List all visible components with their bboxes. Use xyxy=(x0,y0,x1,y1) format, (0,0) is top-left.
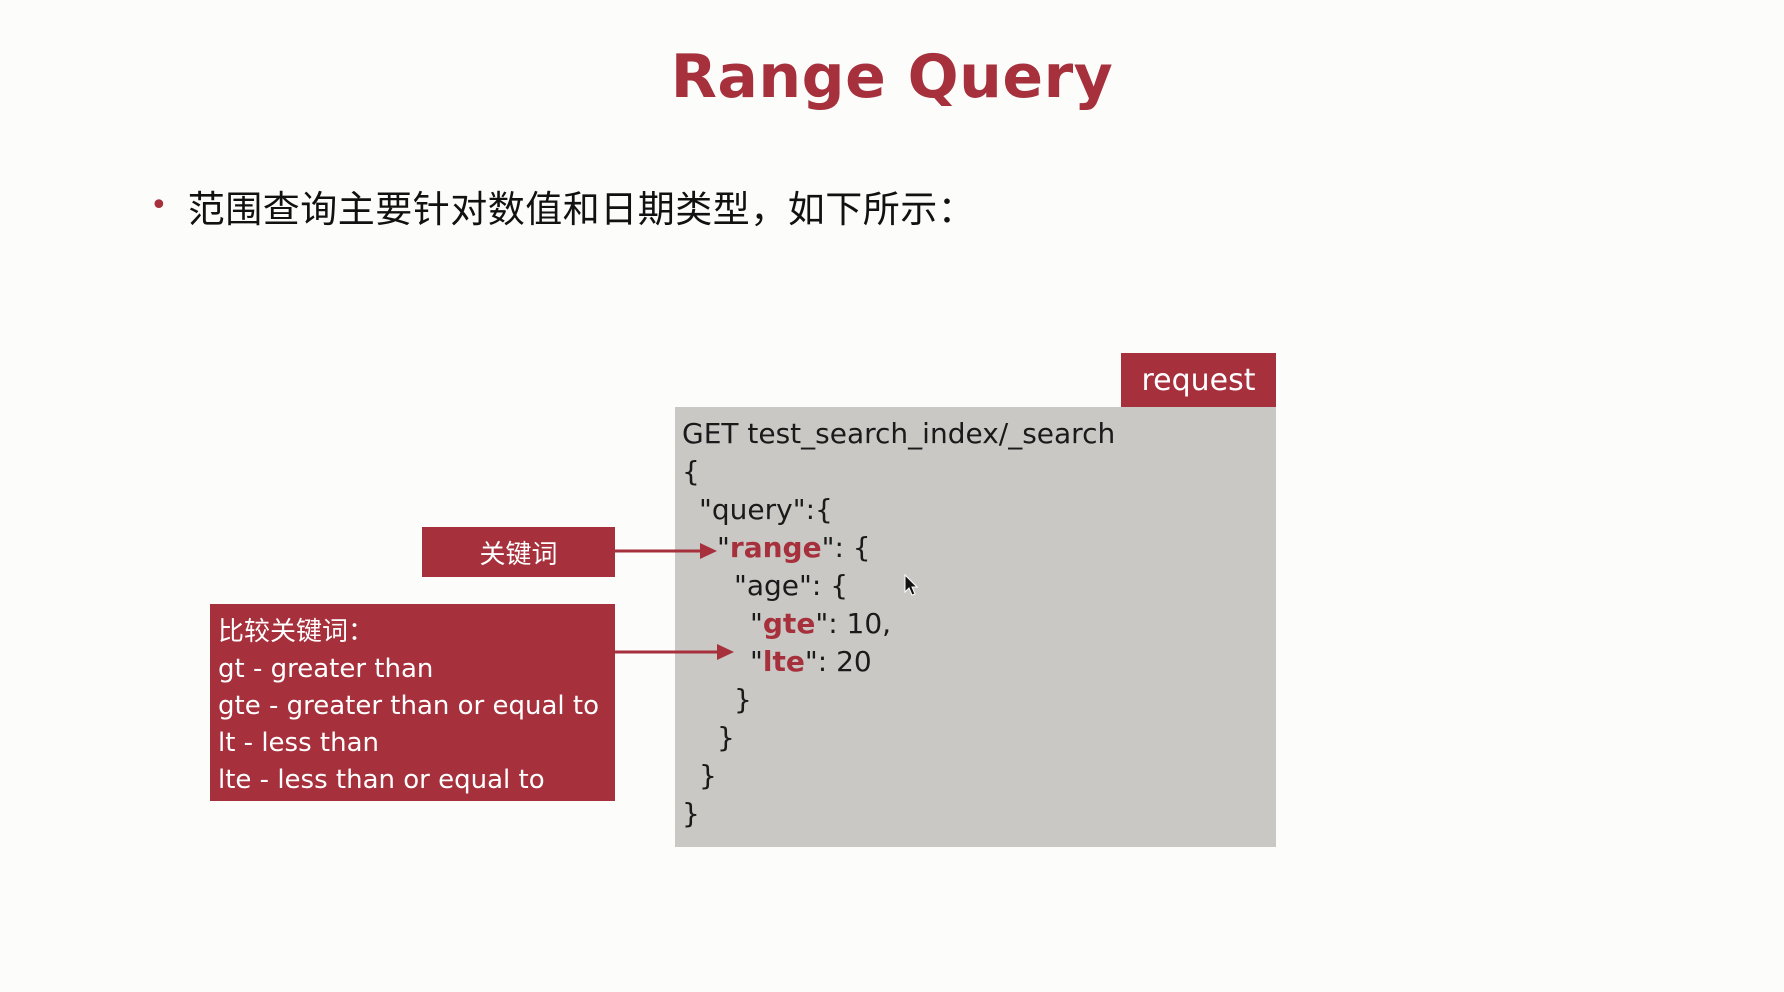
code-line-11: } xyxy=(682,797,700,830)
code-line-9: } xyxy=(717,721,735,754)
code-quote: " xyxy=(750,645,763,678)
slide-title: Range Query xyxy=(670,42,1114,112)
code-line-10: } xyxy=(699,759,717,792)
code-line-3: "query":{ xyxy=(699,493,833,526)
code-line-5: "age": { xyxy=(734,569,849,602)
bullet-text: 范围查询主要针对数值和日期类型，如下所示： xyxy=(187,188,976,231)
compare-item-lt: lt - less than xyxy=(218,728,379,758)
code-line-2: { xyxy=(682,455,700,488)
compare-heading: 比较关键词： xyxy=(218,617,375,647)
code-line-8: } xyxy=(734,683,752,716)
request-tab-label: request xyxy=(1141,362,1256,398)
compare-item-lte: lte - less than or equal to xyxy=(218,765,545,795)
code-quote: " xyxy=(750,607,763,640)
request-tab: request xyxy=(1121,353,1276,407)
code-quote: " xyxy=(717,531,730,564)
keyword-label: 关键词 xyxy=(479,539,558,570)
code-line-7: "lte": 20 xyxy=(750,643,872,681)
code-rest: ": { xyxy=(821,531,871,564)
bullet-item: • 范围查询主要针对数值和日期类型，如下所示： xyxy=(150,178,975,234)
keyword-range: range xyxy=(729,531,822,564)
compare-item-gte: gte - greater than or equal to xyxy=(218,691,600,721)
compare-item-gt: gt - greater than xyxy=(218,654,434,684)
code-line-4: "range": { xyxy=(717,529,871,567)
code-block: GET test_search_index/_search { "query":… xyxy=(675,407,1276,847)
keyword-gte: gte xyxy=(762,607,816,640)
code-line-6: "gte": 10, xyxy=(750,605,891,643)
keyword-lte: lte xyxy=(762,645,805,678)
code-rest: ": 10, xyxy=(815,607,892,640)
mouse-pointer-icon xyxy=(904,574,919,596)
code-line-1: GET test_search_index/_search xyxy=(682,417,1116,450)
code-rest: ": 20 xyxy=(804,645,872,678)
keyword-label-box: 关键词 xyxy=(422,527,615,577)
bullet-dot-icon: • xyxy=(150,188,168,223)
compare-keywords-box: 比较关键词： gt - greater than gte - greater t… xyxy=(210,604,615,801)
